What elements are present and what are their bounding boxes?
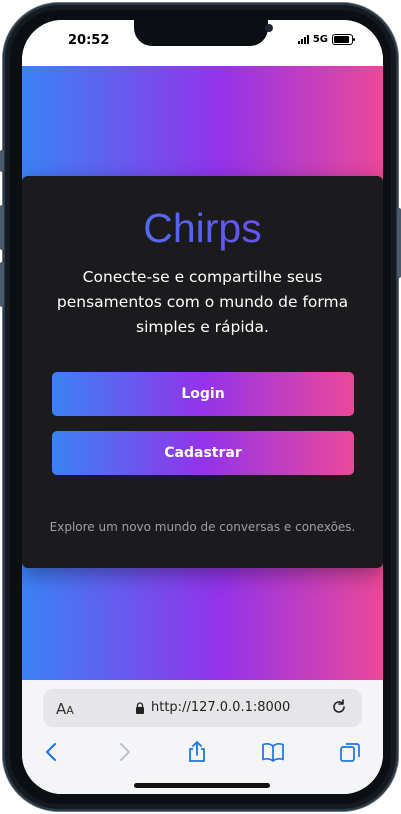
tabs-icon[interactable]	[338, 740, 362, 764]
text-size-label-big: A	[56, 700, 67, 718]
footer-text: Explore um novo mundo de conversas e con…	[49, 520, 356, 534]
signal-icon	[297, 35, 309, 44]
bookmarks-icon[interactable]	[261, 740, 285, 764]
lock-icon	[136, 702, 144, 714]
notch	[134, 20, 273, 46]
back-icon[interactable]	[40, 740, 64, 764]
text-size-label-small: A	[66, 704, 74, 717]
forward-icon[interactable]	[112, 740, 136, 764]
status-bar: 20:52 5G	[22, 20, 383, 66]
battery-icon	[332, 34, 355, 45]
signup-button[interactable]: Cadastrar	[52, 431, 354, 475]
side-button-volume-down	[0, 262, 4, 307]
reload-icon[interactable]	[330, 698, 348, 716]
side-button-volume-up	[0, 205, 4, 250]
side-button-power	[397, 208, 401, 278]
login-button[interactable]: Login	[52, 372, 354, 416]
url-text[interactable]: http://127.0.0.1:8000	[151, 700, 290, 715]
tagline: Conecte-se e compartilhe seus pensamento…	[56, 268, 349, 336]
status-time: 20:52	[68, 33, 110, 48]
camera-icon	[265, 24, 273, 32]
status-icons: 5G	[297, 34, 355, 45]
text-size-button[interactable]: AA	[56, 700, 74, 718]
phone-screen: 20:52 5G Chirps Conecte-se e compartilhe…	[22, 20, 383, 794]
side-button-action	[0, 150, 4, 172]
home-indicator	[134, 783, 270, 788]
share-icon[interactable]	[185, 740, 209, 764]
app-title: Chirps	[22, 203, 383, 253]
network-label: 5G	[312, 34, 328, 45]
